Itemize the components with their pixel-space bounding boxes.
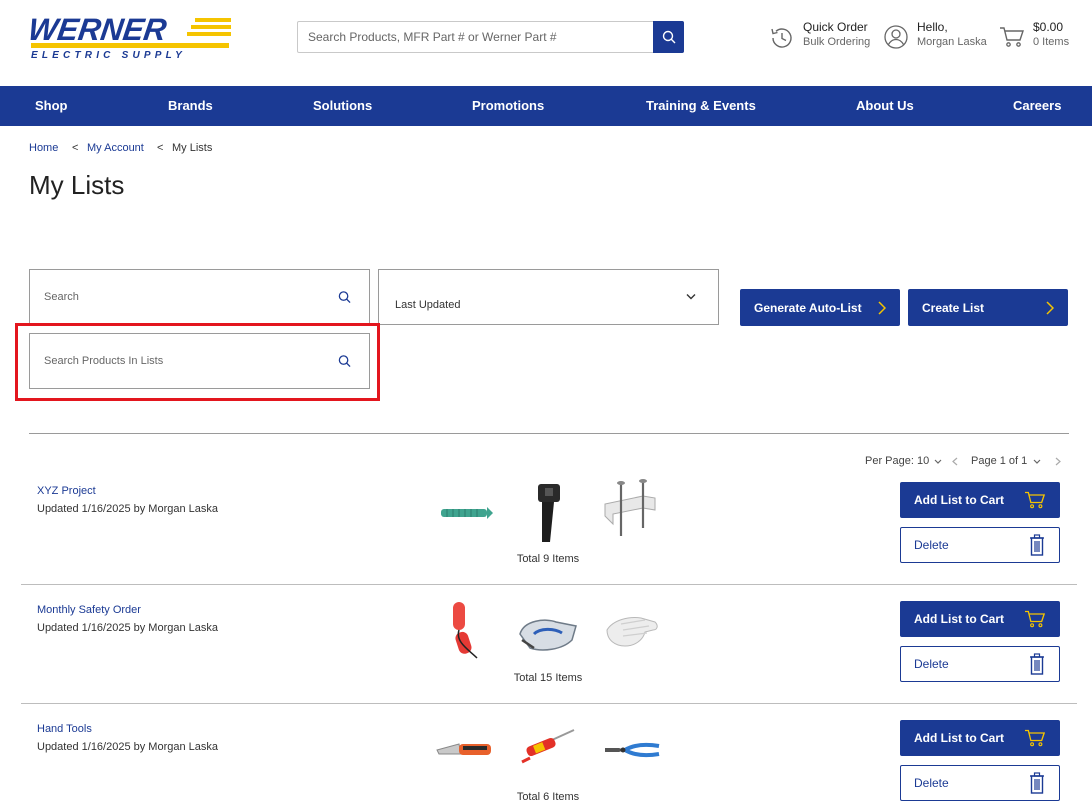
svg-text:ELECTRIC SUPPLY: ELECTRIC SUPPLY	[31, 50, 186, 61]
list-updated: Updated 1/16/2025 by Morgan Laska	[37, 741, 219, 753]
delete-list-button[interactable]: Delete	[900, 527, 1060, 563]
user-icon	[884, 25, 908, 49]
cable-staple-thumb[interactable]	[599, 478, 663, 542]
delete-list-button[interactable]: Delete	[900, 765, 1060, 801]
main-nav: Shop Brands Solutions Promotions Trainin…	[0, 86, 1092, 126]
site-search	[297, 21, 684, 53]
page-indicator[interactable]: Page 1 of 1	[971, 455, 1027, 467]
row-divider	[21, 584, 1077, 585]
delete-list-label: Delete	[914, 538, 949, 552]
delete-list-label: Delete	[914, 657, 949, 671]
site-search-input[interactable]	[298, 22, 654, 52]
search-icon	[662, 30, 675, 44]
breadcrumb-home[interactable]: Home	[29, 142, 58, 154]
prev-page-icon[interactable]	[952, 457, 958, 466]
svg-text:WERNER: WERNER	[29, 12, 169, 47]
nav-shop[interactable]: Shop	[35, 98, 68, 113]
delete-list-button[interactable]: Delete	[900, 646, 1060, 682]
list-total-items: Total 9 Items	[516, 553, 580, 565]
cable-tie-thumb[interactable]	[516, 480, 580, 544]
add-list-to-cart-button[interactable]: Add List to Cart	[900, 482, 1060, 518]
add-list-to-cart-button[interactable]: Add List to Cart	[900, 601, 1060, 637]
nav-brands[interactable]: Brands	[168, 98, 213, 113]
chevron-down-icon[interactable]	[1033, 459, 1041, 465]
add-list-to-cart-button[interactable]: Add List to Cart	[900, 720, 1060, 756]
pliers-thumb[interactable]	[599, 718, 663, 782]
site-search-button[interactable]	[653, 21, 684, 53]
cart-items: 0 Items	[1033, 36, 1070, 48]
chevron-right-icon	[1046, 300, 1054, 315]
breadcrumb-separator: <	[72, 142, 79, 154]
list-name-link[interactable]: XYZ Project	[37, 485, 96, 497]
sort-select[interactable]: Last Updated	[378, 269, 719, 325]
cart-icon	[1025, 729, 1046, 747]
quick-order-subtitle: Bulk Ordering	[803, 36, 871, 48]
safety-glasses-thumb[interactable]	[516, 600, 580, 664]
cart-icon	[1025, 491, 1046, 509]
nav-solutions[interactable]: Solutions	[313, 98, 372, 113]
list-total-items: Total 6 Items	[516, 791, 580, 803]
trash-icon	[1030, 772, 1044, 794]
generate-auto-list-label: Generate Auto-List	[754, 300, 862, 315]
search-icon[interactable]	[338, 291, 351, 304]
per-page-label: Per Page:	[865, 455, 914, 467]
list-name-link[interactable]: Monthly Safety Order	[37, 604, 141, 616]
werner-logo[interactable]: WERNER ELECTRIC SUPPLY	[26, 12, 235, 62]
nav-about-us[interactable]: About Us	[856, 98, 914, 113]
add-list-to-cart-label: Add List to Cart	[914, 612, 1004, 626]
create-list-label: Create List	[922, 300, 985, 315]
ear-plugs-thumb[interactable]	[433, 598, 497, 662]
create-list-button[interactable]: Create List	[908, 289, 1068, 326]
work-gloves-thumb[interactable]	[599, 600, 663, 664]
list-updated: Updated 1/16/2025 by Morgan Laska	[37, 622, 219, 634]
list-search-field	[29, 269, 370, 325]
list-search-input[interactable]	[30, 270, 369, 324]
account-name: Morgan Laska	[917, 36, 987, 48]
add-list-to-cart-label: Add List to Cart	[914, 493, 1004, 507]
list-updated: Updated 1/16/2025 by Morgan Laska	[37, 503, 219, 515]
list-total-items: Total 15 Items	[513, 672, 583, 684]
delete-list-label: Delete	[914, 776, 949, 790]
quick-order-link[interactable]: Quick Order Bulk Ordering	[769, 20, 870, 51]
chevron-down-icon[interactable]	[934, 459, 942, 465]
nav-training-events[interactable]: Training & Events	[646, 98, 756, 113]
history-clock-icon	[771, 28, 792, 48]
account-menu[interactable]: Hello, Morgan Laska	[883, 20, 987, 50]
next-page-icon[interactable]	[1055, 457, 1061, 466]
list-name-link[interactable]: Hand Tools	[37, 723, 92, 735]
account-greeting: Hello,	[917, 20, 948, 34]
per-page-select[interactable]: 10	[917, 455, 929, 467]
wire-connector-thumb[interactable]	[433, 480, 497, 544]
chevron-right-icon	[878, 300, 886, 315]
cart-icon	[1025, 610, 1046, 628]
sort-select-value: Last Updated	[395, 299, 461, 311]
add-list-to-cart-label: Add List to Cart	[914, 731, 1004, 745]
quick-order-title: Quick Order	[803, 20, 868, 34]
trash-icon	[1030, 534, 1044, 556]
row-divider	[21, 703, 1077, 704]
nav-careers[interactable]: Careers	[1013, 98, 1061, 113]
chevron-down-icon	[686, 294, 696, 300]
cart-icon	[1000, 27, 1024, 47]
section-divider	[29, 433, 1069, 434]
trash-icon	[1030, 653, 1044, 675]
generate-auto-list-button[interactable]: Generate Auto-List	[740, 289, 900, 326]
breadcrumb-current: My Lists	[172, 142, 213, 154]
utility-knife-thumb[interactable]	[433, 718, 497, 782]
cart-total: $0.00	[1033, 20, 1064, 34]
breadcrumb-separator: <	[157, 142, 164, 154]
screwdriver-thumb[interactable]	[516, 718, 580, 782]
page-title: My Lists	[29, 170, 125, 200]
breadcrumb-my-account[interactable]: My Account	[87, 142, 144, 154]
site-header: WERNER ELECTRIC SUPPLY Quick Order Bulk …	[0, 0, 1092, 86]
nav-promotions[interactable]: Promotions	[472, 98, 544, 113]
highlight-box	[15, 323, 380, 401]
cart-link[interactable]: $0.00 0 Items	[999, 20, 1069, 49]
